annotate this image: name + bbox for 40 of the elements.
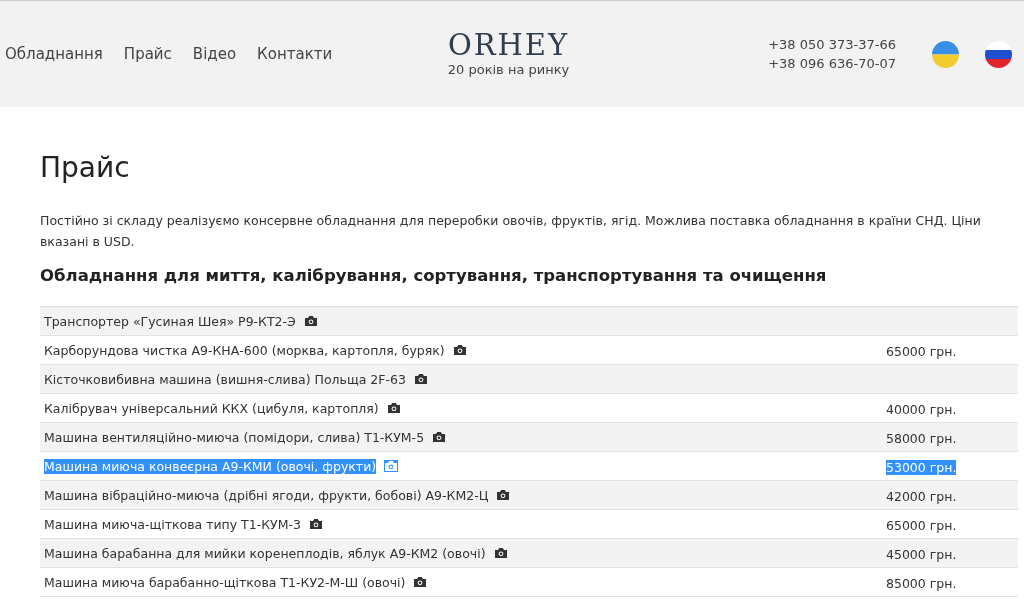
product-name: Машина миюча барабанно-щіткова Т1-КУ2-М-Ш (овочі) — [44, 574, 406, 590]
logo-text[interactable]: ORHEY — [447, 31, 570, 60]
phone-number: +38 050 373-37-66 — [768, 37, 896, 52]
camera-icon[interactable] — [432, 431, 447, 443]
product-name: Кісточковибивна машина (вишня-слива) Польща 2F-63 — [44, 371, 406, 387]
page-title: Прайс — [40, 151, 131, 184]
section-heading: Обладнання для миття, калібрування, сортування, транспортування та очищення — [40, 266, 828, 285]
camera-icon[interactable] — [308, 518, 323, 530]
product-name: Калібрувач універсальний ККХ (цибуля, картопля) — [44, 400, 379, 416]
camera-icon[interactable] — [413, 576, 428, 588]
product-price: 58000 грн. — [886, 430, 957, 446]
product-price: 53000 грн. — [886, 459, 957, 475]
nav-link[interactable]: Контакти — [257, 45, 333, 63]
camera-icon[interactable] — [452, 344, 467, 356]
phone-number: +38 096 636-70-07 — [768, 56, 896, 71]
camera-icon[interactable] — [413, 373, 428, 385]
product-name: Машина барабанна для мийки коренеплодів, яблук А9-КМ2 (овочі) — [44, 545, 486, 561]
product-name: Транспортер «Гусиная Шея» Р9-КТ2-Э — [44, 313, 296, 329]
product-price: 42000 грн. — [886, 488, 957, 504]
product-price: 65000 грн. — [886, 517, 957, 533]
nav-link[interactable]: Прайс — [123, 45, 172, 63]
product-price: 40000 грн. — [886, 401, 957, 417]
product-name: Машина вентиляційно-миюча (помідори, слива) Т1-КУМ-5 — [44, 429, 425, 445]
camera-icon[interactable] — [386, 402, 401, 414]
camera-icon[interactable] — [303, 315, 318, 327]
product-name: Машина миюча конвеєрна А9-КМИ (овочі, фрукти) — [44, 458, 377, 474]
flag-icon[interactable] — [932, 40, 959, 68]
product-name: Карборундова чистка А9-КНА-600 (морква, картопля, буряк) — [44, 342, 445, 358]
product-name: Машина вібраційно-миюча (дрібні ягоди, фрукти, бобові) А9-КМ2-Ц — [44, 487, 489, 503]
product-price: 65000 грн. — [886, 343, 957, 359]
intro-paragraph: Постійно зі складу реалізуємо консервне обладнання для переробки овочів, фруктів, ягід. Можлива поставка обладнання в країни СНД. Ціни вказані в USD. — [40, 212, 982, 251]
nav-link[interactable]: Відео — [192, 45, 237, 63]
nav-link[interactable]: Обладнання — [5, 45, 103, 63]
logo-tagline: 20 років на ринку — [447, 62, 570, 77]
product-name: Машина миюча-щіткова типу Т1-КУМ-3 — [44, 516, 301, 532]
product-price: 85000 грн. — [886, 575, 957, 591]
flag-icon[interactable] — [985, 40, 1012, 68]
product-price: 45000 грн. — [886, 546, 957, 562]
camera-icon[interactable] — [496, 489, 511, 501]
camera-icon[interactable] — [493, 547, 508, 559]
